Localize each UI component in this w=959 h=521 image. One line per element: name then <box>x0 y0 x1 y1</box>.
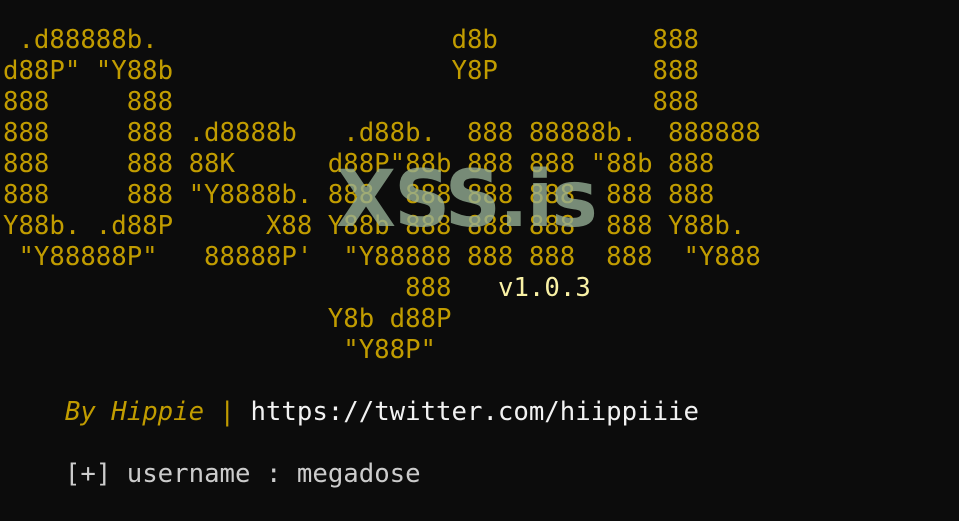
banner-line-5: 888 888 88K d88P"88b 888 888 "88b 888 <box>3 149 715 179</box>
terminal-window[interactable]: .d88888b. d8b 888 d88P" "Y88b Y8P 888 88… <box>0 0 959 489</box>
banner-line-9: 888 <box>3 273 452 303</box>
twitter-link[interactable]: https://twitter.com/hiippiiie <box>250 397 699 427</box>
author-label: By Hippie <box>64 397 205 427</box>
banner-line-10: Y8b d88P <box>3 304 452 334</box>
banner-line-7: Y88b. .d88P X88 Y88b 888 888 888 888 Y88… <box>3 211 746 241</box>
banner-line-6: 888 888 "Y8888b. 888 888 888 888 888 888 <box>3 180 715 210</box>
credits-separator: | <box>219 397 235 427</box>
banner-line-3: 888 888 888 <box>3 87 699 117</box>
banner-line-11: "Y88P" <box>3 335 437 365</box>
banner-line-8: "Y88888P" 88888P' "Y88888 888 888 888 "Y… <box>3 242 761 272</box>
status-line: [+] username : megadose <box>3 428 421 489</box>
credits-line: By Hippie | https://twitter.com/hiippiii… <box>3 366 699 427</box>
banner-line-4: 888 888 .d8888b .d88b. 888 88888b. 88888… <box>3 118 761 148</box>
status-label: username <box>126 459 251 489</box>
version-label: v1.0.3 <box>498 273 591 303</box>
banner-line-2: d88P" "Y88b Y8P 888 <box>3 56 699 86</box>
banner-line-1: .d88888b. d8b 888 <box>3 25 699 55</box>
username-value: megadose <box>296 459 421 489</box>
status-separator: : <box>265 459 282 489</box>
status-prefix: [+] <box>64 459 112 489</box>
